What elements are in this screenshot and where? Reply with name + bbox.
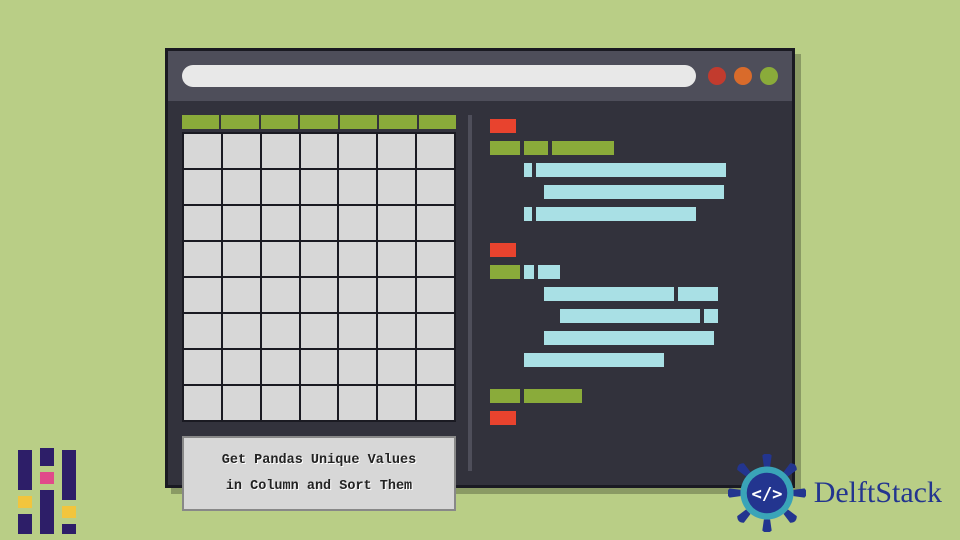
code-line [524, 163, 778, 177]
table-row [182, 240, 456, 276]
code-line [490, 265, 778, 279]
svg-text:</>: </> [751, 484, 782, 504]
code-line [560, 309, 778, 323]
gear-badge-icon: </> [728, 454, 806, 532]
caption-box: Get Pandas Unique Values in Column and S… [182, 436, 456, 511]
code-line [490, 411, 778, 425]
logo-bar [18, 450, 32, 534]
grid-header-cell [379, 115, 416, 129]
table-row [182, 384, 456, 422]
table-row [182, 276, 456, 312]
code-line [544, 287, 778, 301]
window-body: Get Pandas Unique Values in Column and S… [168, 101, 792, 485]
minimize-icon[interactable] [734, 67, 752, 85]
code-line [490, 119, 778, 133]
logo-bar [62, 450, 76, 534]
code-line [490, 141, 778, 155]
app-window: Get Pandas Unique Values in Column and S… [165, 48, 795, 488]
grid-header-cell [300, 115, 337, 129]
caption-line-2: in Column and Sort Them [192, 474, 446, 500]
maximize-icon[interactable] [760, 67, 778, 85]
logo-bar [40, 448, 54, 534]
table-row [182, 312, 456, 348]
grid-header-cell [182, 115, 219, 129]
data-grid [182, 115, 456, 422]
caption-line-1: Get Pandas Unique Values [192, 448, 446, 474]
code-line [524, 207, 778, 221]
url-bar[interactable] [182, 65, 696, 87]
brand-logo: </> DelftStack [728, 454, 942, 532]
code-blank [490, 375, 778, 381]
code-pane [472, 101, 792, 485]
window-controls [708, 67, 778, 85]
table-row [182, 348, 456, 384]
titlebar [168, 51, 792, 101]
code-line [544, 185, 778, 199]
left-pane: Get Pandas Unique Values in Column and S… [168, 101, 468, 485]
brand-name: DelftStack [814, 476, 942, 510]
grid-header [182, 115, 456, 129]
table-row [182, 168, 456, 204]
code-line [490, 389, 778, 403]
table-row [182, 132, 456, 168]
grid-header-cell [419, 115, 456, 129]
close-icon[interactable] [708, 67, 726, 85]
code-line [490, 243, 778, 257]
table-row [182, 204, 456, 240]
grid-body [182, 132, 456, 422]
grid-header-cell [261, 115, 298, 129]
code-line [544, 331, 778, 345]
left-logo [18, 448, 76, 534]
code-blank [490, 229, 778, 235]
grid-header-cell [221, 115, 258, 129]
grid-header-cell [340, 115, 377, 129]
code-line [524, 353, 778, 367]
